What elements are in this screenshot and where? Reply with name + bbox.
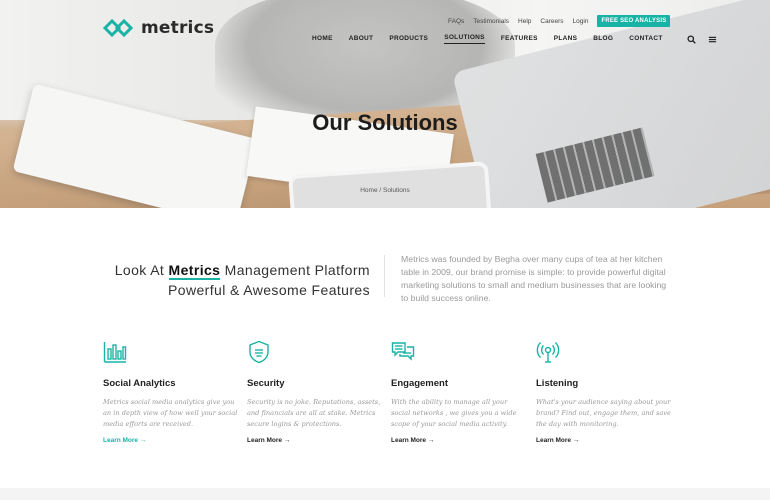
top-link-testimonials[interactable]: Testimonials [473,18,509,25]
feature-security: Security Security is no joke. Reputation… [247,340,382,447]
nav-item-features[interactable]: FEATURES [501,35,538,44]
feature-listening: Listening What's your audience saying ab… [536,340,671,447]
top-links: FAQs Testimonials Help Careers Login FRE… [448,15,671,27]
feature-description: Security is no joke. Reputations, assets… [247,398,381,428]
feature-description: What's your audience saying about your b… [536,398,671,428]
feature-description: With the ability to manage all your soci… [391,398,517,428]
broadcast-icon [536,342,560,363]
logo-text: metrics [141,18,215,38]
nav-item-contact[interactable]: CONTACT [629,35,662,44]
intro-heading-suffix: Management Platform [224,262,370,278]
feature-description: Metrics social media analytics give you … [103,398,238,428]
learn-more-link[interactable]: Learn More → [391,437,434,444]
search-icon[interactable] [687,34,696,44]
feature-title: Security [247,378,285,389]
feature-title: Social Analytics [103,378,176,389]
breadcrumb-home[interactable]: Home [360,187,377,194]
feature-social-analytics: Social Analytics Metrics social media an… [103,340,238,447]
learn-more-link[interactable]: Learn More → [247,437,290,444]
intro-heading: Look At Metrics Management Platform Powe… [100,260,370,300]
bottom-section-edge [0,488,770,500]
nav-item-solutions[interactable]: SOLUTIONS [444,34,485,44]
feature-title: Listening [536,378,579,389]
intro-divider [384,255,385,297]
top-link-login[interactable]: Login [573,18,589,25]
intro-description: Metrics was founded by Begha over many c… [401,254,667,303]
intro-heading-brand: Metrics [168,262,221,280]
learn-more-link[interactable]: Learn More → [536,437,579,444]
nav-item-products[interactable]: PRODUCTS [389,35,428,44]
intro-heading-line-2: Powerful & Awesome Features [168,282,370,298]
feature-engagement: Engagement With the ability to manage al… [391,340,526,447]
logo[interactable]: metrics [103,17,214,39]
nav-item-plans[interactable]: PLANS [554,35,578,44]
breadcrumb-separator: / [379,187,382,194]
top-link-help[interactable]: Help [518,18,531,25]
feature-title: Engagement [391,378,449,389]
logo-icon [103,18,133,38]
nav-item-blog[interactable]: BLOG [593,35,613,44]
breadcrumb-current: Solutions [383,187,410,194]
chat-icon [391,342,415,361]
page-title: Our Solutions [312,110,458,135]
bar-chart-icon [103,342,127,363]
shield-icon [249,340,269,364]
breadcrumb: Home / Solutions [0,187,770,194]
main-nav: HOME ABOUT PRODUCTS SOLUTIONS FEATURES P… [312,34,717,44]
learn-more-link[interactable]: Learn More → [103,437,146,444]
top-link-faqs[interactable]: FAQs [448,18,464,25]
nav-item-home[interactable]: HOME [312,35,333,44]
top-link-careers[interactable]: Careers [540,18,563,25]
menu-icon[interactable] [708,35,717,44]
intro-heading-prefix: Look At [114,262,165,278]
free-seo-analysis-button[interactable]: FREE SEO ANALYSIS [597,15,671,27]
nav-item-about[interactable]: ABOUT [349,35,374,44]
intro-heading-line-1: Look At Metrics Management Platform [100,260,370,280]
